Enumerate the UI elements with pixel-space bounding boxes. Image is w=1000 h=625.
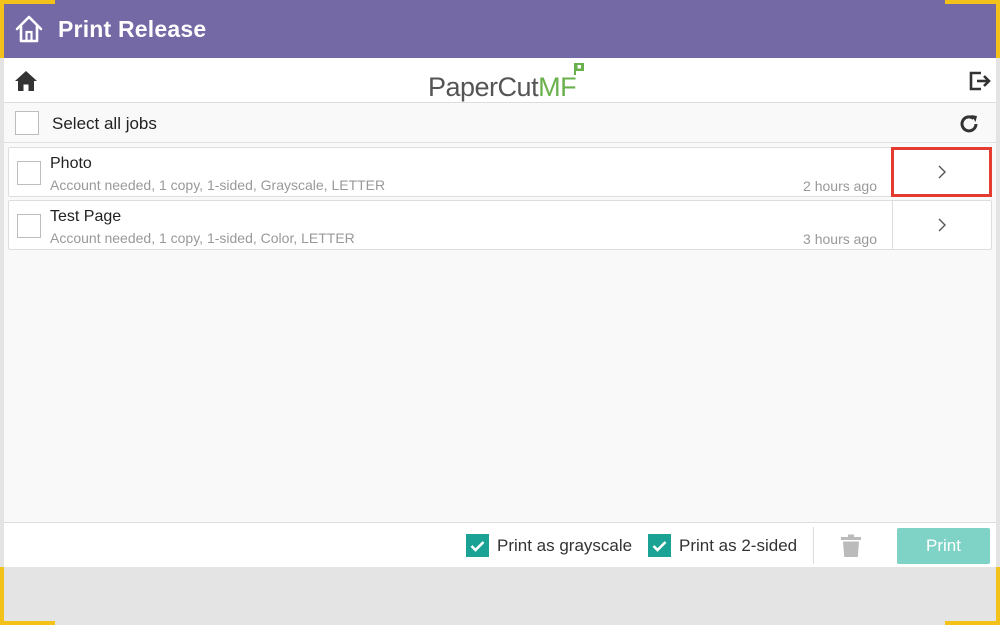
delete-button[interactable]	[840, 534, 862, 558]
home-icon	[15, 71, 37, 91]
job-name: Test Page	[50, 208, 122, 225]
job-details: Account needed, 1 copy, 1-sided, Graysca…	[50, 177, 386, 193]
action-footer: Print as grayscale Print as 2-sided Prin…	[4, 522, 996, 567]
job-detail-button[interactable]	[892, 201, 991, 249]
print-release-app: PaperCutMF Select all jobs Photo Account…	[4, 58, 996, 567]
print-button[interactable]: Print	[897, 528, 990, 564]
divider	[813, 527, 814, 564]
logout-button[interactable]	[968, 70, 992, 92]
frame-corner	[0, 567, 55, 625]
select-all-checkbox[interactable]	[15, 111, 39, 135]
trash-icon	[841, 534, 861, 557]
frame-corner	[945, 0, 1000, 58]
home-button[interactable]	[14, 70, 38, 92]
window-title: Print Release	[58, 15, 207, 42]
frame-corner	[945, 567, 1000, 625]
select-all-label[interactable]: Select all jobs	[52, 114, 157, 134]
job-checkbox[interactable]	[17, 161, 41, 185]
refresh-button[interactable]	[958, 113, 980, 135]
two-sided-label[interactable]: Print as 2-sided	[679, 536, 797, 556]
job-row[interactable]: Test Page Account needed, 1 copy, 1-side…	[8, 200, 992, 250]
logo-flag-icon	[574, 63, 585, 75]
logout-icon	[969, 71, 991, 91]
frame-corner	[0, 0, 55, 58]
chevron-right-icon	[938, 218, 946, 232]
refresh-icon	[960, 115, 978, 133]
job-detail-button[interactable]	[891, 147, 992, 197]
app-header: PaperCutMF	[4, 58, 996, 103]
job-row[interactable]: Photo Account needed, 1 copy, 1-sided, G…	[8, 147, 992, 197]
chevron-right-icon	[938, 165, 946, 179]
two-sided-checkbox[interactable]	[648, 534, 671, 557]
title-bar: Print Release	[0, 0, 1000, 58]
select-all-bar: Select all jobs	[4, 103, 996, 143]
print-two-sided-option[interactable]: Print as 2-sided	[648, 534, 797, 557]
papercut-logo: PaperCutMF	[428, 63, 585, 103]
checkmark-icon	[470, 540, 485, 552]
job-name: Photo	[50, 155, 92, 172]
checkmark-icon	[652, 540, 667, 552]
job-time: 2 hours ago	[803, 178, 877, 194]
grayscale-label[interactable]: Print as grayscale	[497, 536, 632, 556]
job-time: 3 hours ago	[803, 231, 877, 247]
grayscale-checkbox[interactable]	[466, 534, 489, 557]
job-checkbox[interactable]	[17, 214, 41, 238]
job-details: Account needed, 1 copy, 1-sided, Color, …	[50, 230, 355, 246]
job-list: Photo Account needed, 1 copy, 1-sided, G…	[8, 147, 992, 253]
print-grayscale-option[interactable]: Print as grayscale	[466, 534, 632, 557]
